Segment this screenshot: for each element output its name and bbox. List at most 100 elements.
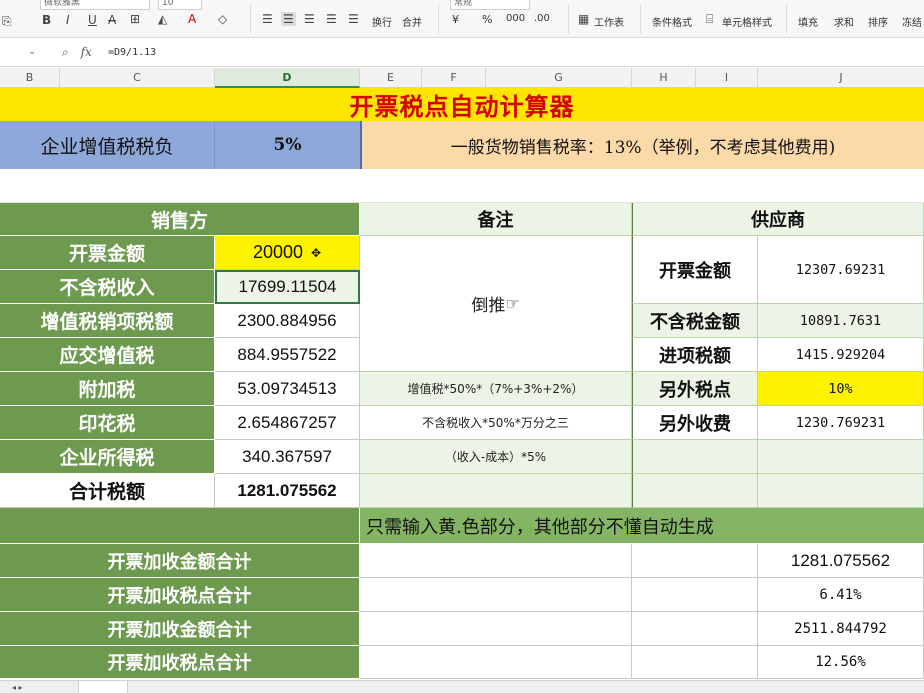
remarks-header[interactable]: 备注 bbox=[360, 203, 632, 236]
strikethrough-icon[interactable]: A bbox=[108, 13, 116, 27]
seller-label-total-tax[interactable]: 合计税额 bbox=[0, 474, 215, 508]
sheet-tab-active[interactable] bbox=[78, 681, 128, 693]
sheet-title[interactable]: 开票税点自动计算器 bbox=[0, 88, 924, 121]
eraser-icon[interactable]: ◇ bbox=[218, 12, 227, 26]
supplier-label-input-tax[interactable]: 进项税额 bbox=[632, 338, 758, 372]
empty-supplier-cell[interactable] bbox=[632, 440, 758, 474]
fill-button[interactable]: 填充 bbox=[798, 14, 818, 29]
stamp-note-cell[interactable]: 不含税收入*50%*万分之三 bbox=[360, 406, 632, 440]
font-size-select[interactable]: 10 bbox=[158, 0, 202, 10]
merge-cells-button[interactable]: 合并 bbox=[402, 14, 422, 29]
summary-label-2[interactable]: 开票加收税点合计 bbox=[0, 578, 360, 612]
column-header-e[interactable]: E bbox=[360, 68, 422, 88]
seller-header[interactable]: 销售方 bbox=[0, 203, 360, 236]
summary-value-1[interactable]: 1281.075562 bbox=[758, 544, 924, 578]
burden-label-cell[interactable]: 企业增值税税负 bbox=[0, 121, 215, 169]
currency-button[interactable]: ¥ bbox=[452, 13, 459, 26]
invoice-amount-input[interactable]: 20000 ✥ bbox=[215, 236, 360, 270]
font-name-select[interactable]: 微软雅黑 bbox=[40, 0, 150, 10]
summary-header-blank[interactable] bbox=[0, 508, 360, 544]
supplier-label-invoice-amount[interactable]: 开票金额 bbox=[632, 236, 758, 304]
seller-label-invoice-amount[interactable]: 开票金额 bbox=[0, 236, 215, 270]
italic-icon[interactable]: I bbox=[66, 13, 70, 27]
column-header-d[interactable]: D bbox=[215, 68, 360, 88]
summary-empty-cell[interactable] bbox=[360, 578, 632, 612]
vat-payable-value[interactable]: 884.9557522 bbox=[215, 338, 360, 372]
empty-row[interactable] bbox=[0, 169, 924, 203]
column-header-c[interactable]: C bbox=[60, 68, 215, 88]
summary-value-3[interactable]: 2511.844792 bbox=[758, 612, 924, 646]
column-header-g[interactable]: G bbox=[486, 68, 632, 88]
fill-color-icon[interactable]: ◭ bbox=[158, 12, 167, 26]
supplier-label-net-amount[interactable]: 不含税金额 bbox=[632, 304, 758, 338]
zoom-search-icon[interactable]: ⌕ bbox=[62, 45, 69, 59]
align-right-icon[interactable]: ☰ bbox=[304, 12, 315, 26]
distributed-icon[interactable]: ☰ bbox=[348, 12, 359, 26]
sort-button[interactable]: 排序 bbox=[868, 14, 888, 29]
seller-label-surtax[interactable]: 附加税 bbox=[0, 372, 215, 406]
summary-empty-cell[interactable] bbox=[632, 578, 758, 612]
summary-empty-cell[interactable] bbox=[632, 646, 758, 679]
freeze-button[interactable]: 冻结 bbox=[902, 14, 922, 29]
supplier-invoice-value[interactable]: 12307.69231 bbox=[758, 236, 924, 304]
number-format-select[interactable]: 常规 bbox=[450, 0, 530, 10]
empty-supplier-cell[interactable] bbox=[632, 474, 758, 508]
seller-label-net-income[interactable]: 不含税收入 bbox=[0, 270, 215, 304]
supplier-label-extra-rate[interactable]: 另外税点 bbox=[632, 372, 758, 406]
formula-input[interactable]: =D9/1.13 bbox=[108, 44, 608, 62]
stamp-tax-value[interactable]: 2.654867257 bbox=[215, 406, 360, 440]
border-icon[interactable]: ⊞ bbox=[130, 12, 140, 26]
total-tax-value[interactable]: 1281.075562 bbox=[215, 474, 360, 508]
column-header-i[interactable]: I bbox=[696, 68, 758, 88]
summary-empty-cell[interactable] bbox=[360, 544, 632, 578]
summary-value-4[interactable]: 12.56% bbox=[758, 646, 924, 679]
column-header-b[interactable]: B bbox=[0, 68, 60, 88]
summary-label-1[interactable]: 开票加收金额合计 bbox=[0, 544, 360, 578]
conditional-format-button[interactable]: 条件格式 bbox=[652, 14, 692, 29]
column-header-h[interactable]: H bbox=[632, 68, 696, 88]
summary-value-2[interactable]: 6.41% bbox=[758, 578, 924, 612]
name-box-dropdown-icon[interactable]: ⌄ bbox=[28, 46, 36, 57]
supplier-header[interactable]: 供应商 bbox=[632, 203, 924, 236]
output-vat-value[interactable]: 2300.884956 bbox=[215, 304, 360, 338]
seller-label-output-vat[interactable]: 增值税销项税额 bbox=[0, 304, 215, 338]
input-hint-cell[interactable]: 只需输入黄.色部分，其他部分不懂自动生成 bbox=[360, 508, 924, 544]
seller-label-vat-payable[interactable]: 应交增值税 bbox=[0, 338, 215, 372]
percent-button[interactable]: % bbox=[482, 13, 492, 26]
format-painter-icon[interactable]: ⎘ bbox=[2, 14, 12, 29]
burden-value-cell[interactable]: 5% bbox=[215, 121, 360, 169]
align-center-icon[interactable]: ☰ bbox=[281, 12, 296, 26]
supplier-input-tax-value[interactable]: 1415.929204 bbox=[758, 338, 924, 372]
summary-label-3[interactable]: 开票加收金额合计 bbox=[0, 612, 360, 646]
sheet-nav-icon[interactable]: ◂ ▸ bbox=[6, 681, 29, 693]
summary-empty-cell[interactable] bbox=[632, 544, 758, 578]
supplier-extra-fee-value[interactable]: 1230.769231 bbox=[758, 406, 924, 440]
supplier-net-value[interactable]: 10891.7631 bbox=[758, 304, 924, 338]
font-color-icon[interactable]: A bbox=[188, 12, 196, 26]
thousands-button[interactable]: 000 bbox=[506, 13, 525, 24]
worksheet-button[interactable]: 工作表 bbox=[594, 14, 624, 29]
extra-rate-input[interactable]: 10% bbox=[758, 372, 924, 406]
column-header-j[interactable]: J bbox=[758, 68, 924, 88]
surtax-note-cell[interactable]: 增值税*50%*（7%+3%+2%） bbox=[360, 372, 632, 406]
tax-rate-note-cell[interactable]: 一般货物销售税率：13%（举例，不考虑其他费用) bbox=[360, 121, 924, 169]
fx-label[interactable]: fx bbox=[81, 45, 92, 59]
supplier-label-extra-fee[interactable]: 另外收费 bbox=[632, 406, 758, 440]
bold-icon[interactable]: B bbox=[42, 13, 51, 27]
income-tax-note-cell[interactable]: （收入-成本）*5% bbox=[360, 440, 632, 474]
reverse-calc-cell[interactable]: 倒推 ☞ bbox=[360, 236, 632, 372]
seller-label-income-tax[interactable]: 企业所得税 bbox=[0, 440, 215, 474]
empty-supplier-cell[interactable] bbox=[758, 440, 924, 474]
wrap-text-button[interactable]: 换行 bbox=[372, 14, 392, 29]
surtax-value[interactable]: 53.09734513 bbox=[215, 372, 360, 406]
summary-label-4[interactable]: 开票加收税点合计 bbox=[0, 646, 360, 679]
seller-label-stamp-tax[interactable]: 印花税 bbox=[0, 406, 215, 440]
justify-icon[interactable]: ☰ bbox=[326, 12, 337, 26]
income-tax-value[interactable]: 340.367597 bbox=[215, 440, 360, 474]
empty-remark-cell[interactable] bbox=[360, 474, 632, 508]
cell-style-button[interactable]: 单元格样式 bbox=[722, 14, 772, 29]
net-income-value[interactable]: 17699.11504 bbox=[215, 270, 360, 304]
empty-supplier-cell[interactable] bbox=[758, 474, 924, 508]
column-header-f[interactable]: F bbox=[422, 68, 486, 88]
decimal-button[interactable]: .00 bbox=[534, 13, 550, 24]
